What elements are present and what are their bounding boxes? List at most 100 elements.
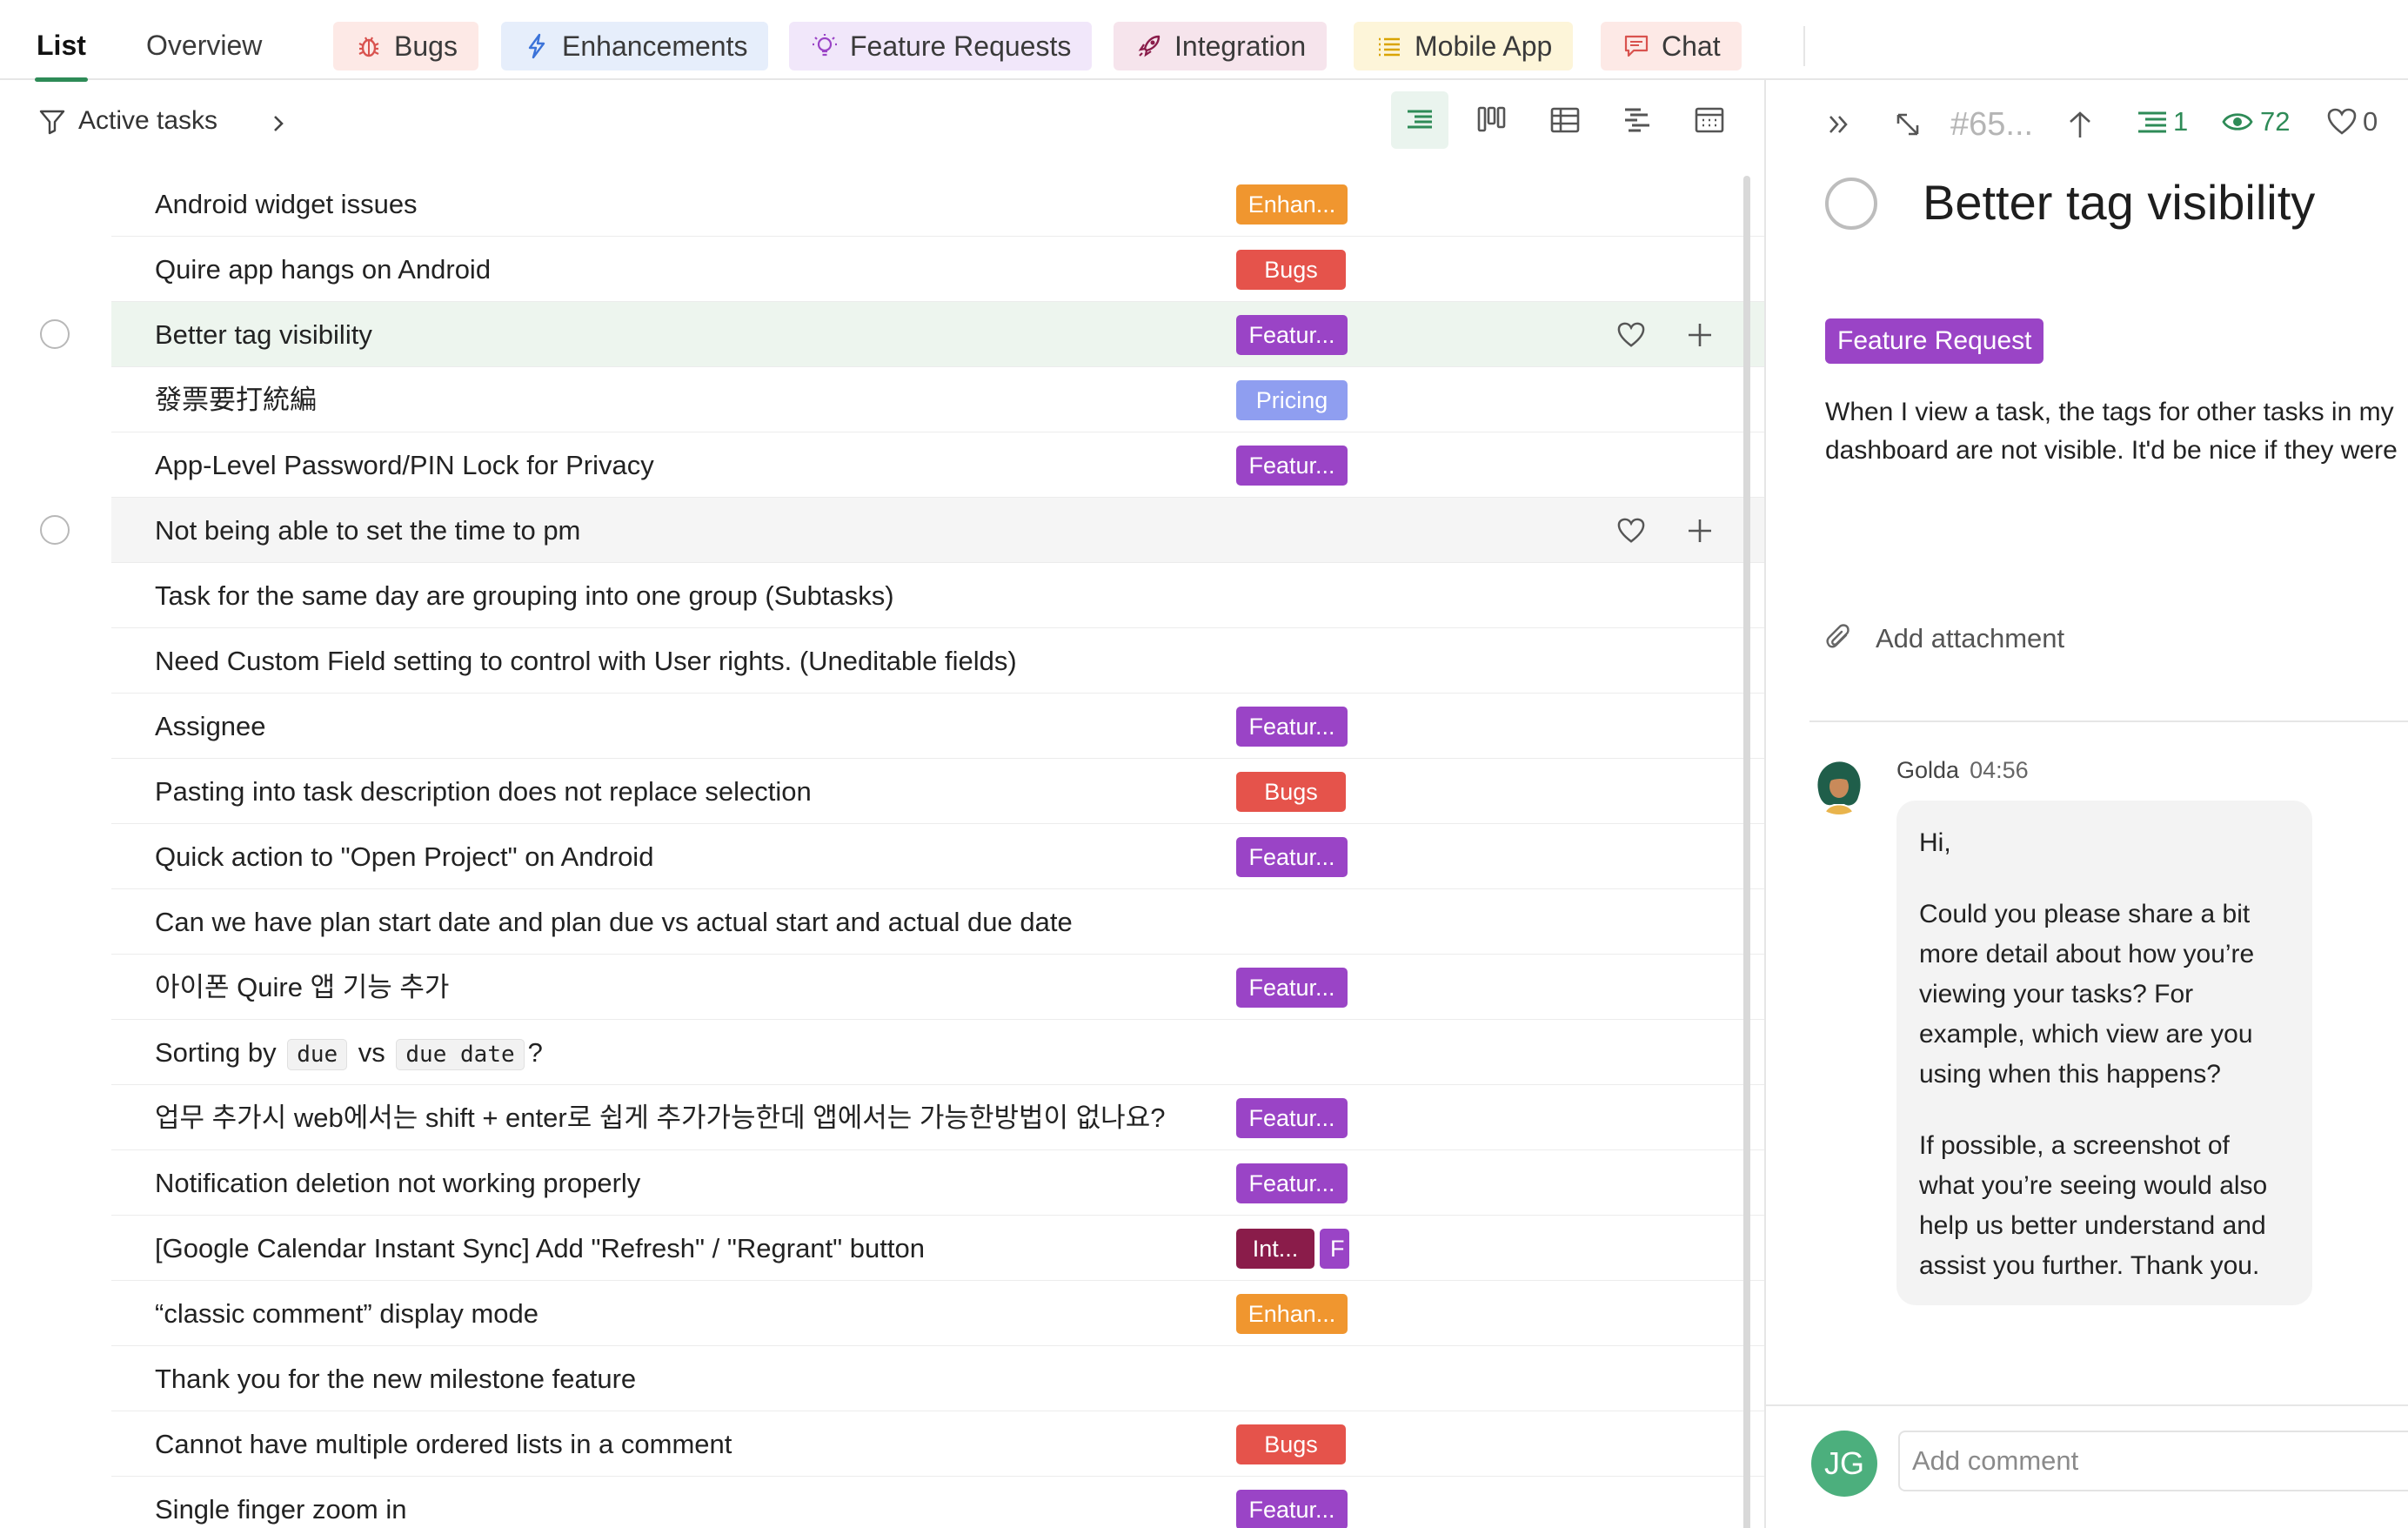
view-list-button[interactable]	[1391, 91, 1448, 149]
view-calendar-button[interactable]	[1681, 91, 1738, 149]
task-title[interactable]: Android widget issues	[155, 171, 418, 237]
task-title[interactable]: Better tag visibility	[1923, 174, 2315, 231]
subtasks-count[interactable]: 1	[2137, 106, 2188, 137]
task-tag[interactable]: Featur...	[1236, 707, 1348, 747]
task-row[interactable]: Notification deletion not working proper…	[111, 1150, 1764, 1216]
task-row[interactable]: Better tag visibility Featur...	[111, 302, 1764, 367]
task-row[interactable]: [Google Calendar Instant Sync] Add "Refr…	[111, 1216, 1764, 1281]
task-tag[interactable]: Featur...	[1236, 446, 1348, 486]
task-tag[interactable]: Featur...	[1236, 315, 1348, 355]
task-row[interactable]: 업무 추가시 web에서는 shift + enter로 쉽게 추가가능한데 앱…	[111, 1085, 1764, 1150]
task-title[interactable]: Sorting by due vs due date?	[155, 1020, 543, 1088]
chip-enhancements[interactable]: Enhancements	[501, 22, 769, 70]
add-attachment-button[interactable]: Add attachment	[1825, 623, 2064, 654]
view-table-button[interactable]	[1536, 91, 1594, 149]
task-tag[interactable]: Bugs	[1236, 250, 1346, 290]
tab-list[interactable]: List	[35, 0, 88, 82]
task-title[interactable]: App-Level Password/PIN Lock for Privacy	[155, 432, 654, 498]
task-row[interactable]: Need Custom Field setting to control wit…	[111, 628, 1764, 694]
task-row[interactable]: Sorting by due vs due date?	[111, 1020, 1764, 1085]
scrollbar[interactable]	[1743, 176, 1750, 1528]
task-row[interactable]: Quick action to "Open Project" on Androi…	[111, 824, 1764, 889]
task-tag[interactable]: Enhan...	[1236, 1294, 1348, 1334]
task-row[interactable]: Can we have plan start date and plan due…	[111, 889, 1764, 955]
task-row[interactable]: 아이폰 Quire 앱 기능 추가 Featur...	[111, 955, 1764, 1020]
complete-task-checkbox[interactable]	[1825, 178, 1877, 230]
task-title[interactable]: Task for the same day are grouping into …	[155, 563, 894, 628]
task-title[interactable]: Quire app hangs on Android	[155, 237, 491, 302]
task-title[interactable]: Cannot have multiple ordered lists in a …	[155, 1411, 732, 1477]
task-title[interactable]: 아이폰 Quire 앱 기능 추가	[155, 955, 449, 1020]
task-title[interactable]: [Google Calendar Instant Sync] Add "Refr…	[155, 1216, 925, 1281]
task-tag[interactable]: Enhan...	[1236, 184, 1348, 225]
task-row[interactable]: 發票要打統編 Pricing	[111, 367, 1764, 432]
task-row[interactable]: App-Level Password/PIN Lock for Privacy F…	[111, 432, 1764, 498]
chip-bugs[interactable]: Bugs	[333, 22, 478, 70]
task-id[interactable]: #65...	[1950, 106, 2033, 144]
task-title[interactable]: Can we have plan start date and plan due…	[155, 889, 1073, 955]
plus-icon[interactable]	[1686, 517, 1714, 545]
task-tag[interactable]: Feature Request	[1825, 318, 2044, 364]
table-view-icon	[1550, 107, 1580, 133]
task-row[interactable]: Android widget issues Enhan...	[111, 171, 1764, 237]
chip-feature-requests[interactable]: Feature Requests	[789, 22, 1093, 70]
task-title[interactable]: 업무 추가시 web에서는 shift + enter로 쉽게 추가가능한데 앱…	[155, 1085, 1165, 1150]
task-title[interactable]: Not being able to set the time to pm	[155, 498, 580, 563]
collapse-panel-icon[interactable]	[1825, 110, 1855, 139]
task-tag[interactable]: Int...	[1236, 1229, 1314, 1269]
arrow-up-icon[interactable]	[2065, 110, 2095, 141]
chip-label: Bugs	[394, 30, 458, 62]
task-title[interactable]: Need Custom Field setting to control wit…	[155, 628, 1017, 694]
task-title[interactable]: Pasting into task description does not r…	[155, 759, 812, 824]
task-title[interactable]: Thank you for the new milestone feature	[155, 1346, 636, 1411]
task-tag[interactable]: Featur...	[1236, 968, 1348, 1008]
task-title[interactable]: Notification deletion not working proper…	[155, 1150, 640, 1216]
likes-count[interactable]: 0	[2326, 106, 2378, 137]
heart-icon[interactable]	[1616, 517, 1646, 545]
task-title[interactable]: Quick action to "Open Project" on Androi…	[155, 824, 653, 889]
heart-icon[interactable]	[1616, 321, 1646, 349]
lightning-icon	[528, 33, 545, 59]
chip-mobile-app[interactable]: Mobile App	[1354, 22, 1574, 70]
comment-time[interactable]: 04:56	[1970, 757, 2029, 783]
task-description[interactable]: When I view a task, the tags for other t…	[1825, 393, 2408, 470]
task-checkbox[interactable]	[40, 515, 70, 545]
task-row[interactable]: Thank you for the new milestone feature	[111, 1346, 1764, 1411]
task-row[interactable]: Task for the same day are grouping into …	[111, 563, 1764, 628]
task-row[interactable]: Not being able to set the time to pm	[111, 498, 1764, 563]
task-row[interactable]: Single finger zoom in Featur...	[111, 1477, 1764, 1528]
filter-button[interactable]: Active tasks	[38, 106, 217, 136]
task-tag[interactable]: Featur...	[1236, 1490, 1348, 1528]
task-title[interactable]: Single finger zoom in	[155, 1477, 407, 1528]
task-row[interactable]: Quire app hangs on Android Bugs	[111, 237, 1764, 302]
comment-paragraph: Could you please share a bit more detail…	[1919, 900, 2255, 1089]
add-comment-input[interactable]: Add comment	[1898, 1431, 2408, 1491]
task-tag[interactable]: Featur...	[1236, 1163, 1348, 1203]
task-row[interactable]: “classic comment” display mode Enhan...	[111, 1281, 1764, 1346]
views-count[interactable]: 72	[2222, 106, 2290, 137]
task-tag[interactable]: F	[1320, 1229, 1349, 1269]
expand-icon[interactable]	[1893, 110, 1923, 139]
comment-author-name[interactable]: Golda	[1896, 757, 1959, 783]
task-row[interactable]: Assignee Featur...	[111, 694, 1764, 759]
task-title[interactable]: 發票要打統編	[155, 367, 317, 432]
task-list-pane: Active tasks Android widget issues Enhan…	[0, 80, 1766, 1528]
task-tag[interactable]: Bugs	[1236, 772, 1346, 812]
chip-integration[interactable]: Integration	[1114, 22, 1328, 70]
view-board-button[interactable]	[1463, 91, 1521, 149]
task-tag[interactable]: Pricing	[1236, 380, 1348, 420]
task-tag[interactable]: Bugs	[1236, 1424, 1346, 1464]
task-title[interactable]: Better tag visibility	[155, 302, 372, 367]
task-tag[interactable]: Featur...	[1236, 837, 1348, 877]
task-row[interactable]: Cannot have multiple ordered lists in a …	[111, 1411, 1764, 1477]
view-timeline-button[interactable]	[1609, 91, 1666, 149]
task-tag[interactable]: Featur...	[1236, 1098, 1348, 1138]
plus-icon[interactable]	[1686, 321, 1714, 349]
tab-overview[interactable]: Overview	[146, 0, 262, 80]
task-checkbox[interactable]	[40, 319, 70, 349]
task-title[interactable]: Assignee	[155, 694, 266, 759]
chip-chat[interactable]: Chat	[1601, 22, 1742, 70]
task-title[interactable]: “classic comment” display mode	[155, 1281, 538, 1346]
chevron-right-icon[interactable]	[270, 110, 289, 137]
task-row[interactable]: Pasting into task description does not r…	[111, 759, 1764, 824]
